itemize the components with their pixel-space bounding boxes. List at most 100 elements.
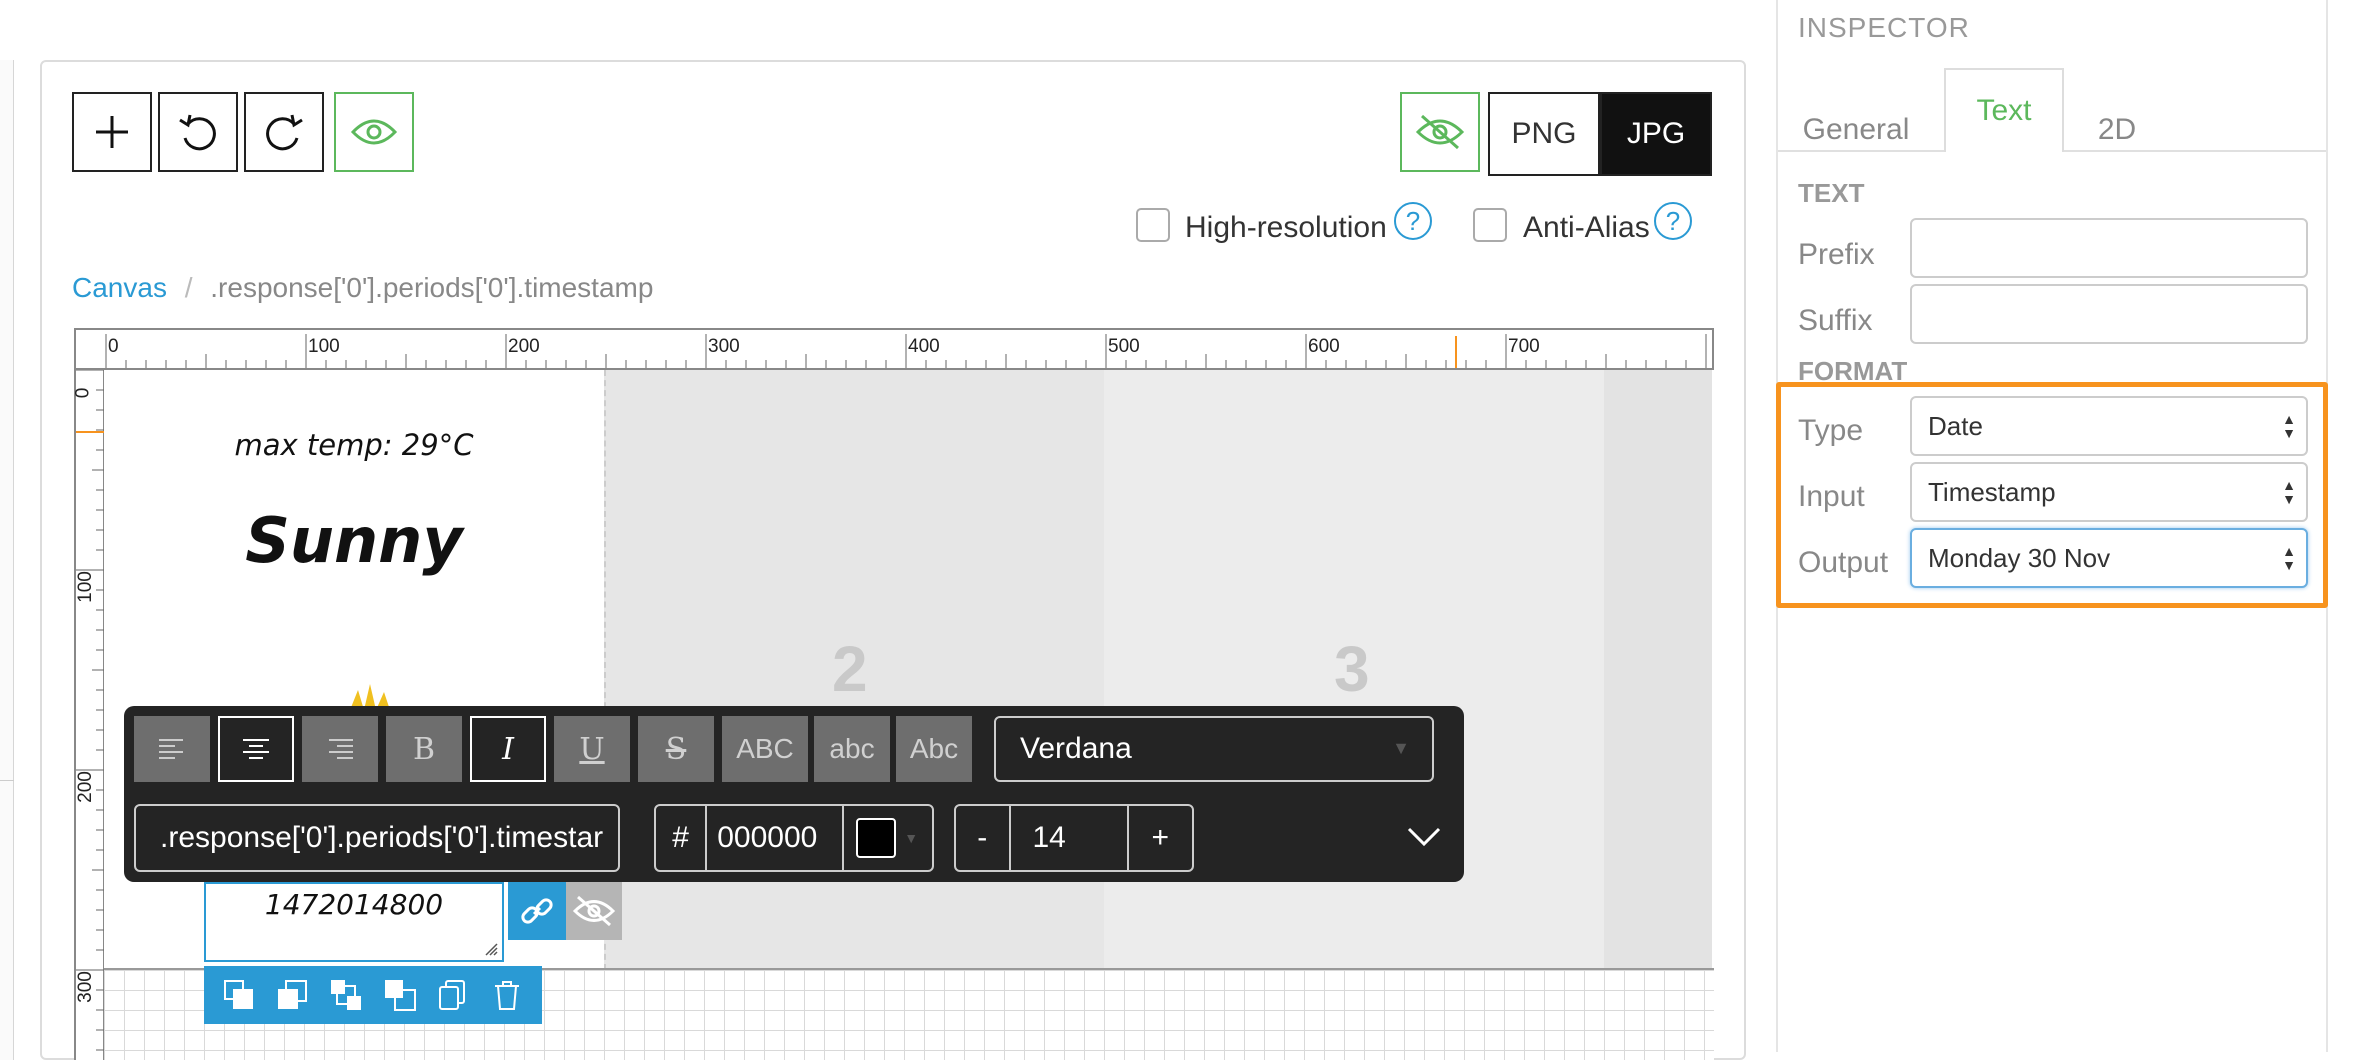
input-label: Input [1798,480,1865,513]
undo-button[interactable] [158,92,238,172]
font-size-stepper: - 14 + [954,804,1194,872]
align-right-button[interactable] [302,716,378,782]
tab-text[interactable]: Text [1944,68,2064,152]
format-png-button[interactable]: PNG [1488,92,1600,176]
breadcrumb-separator: / [184,272,193,303]
link-icon [521,898,553,924]
align-left-icon [159,739,183,759]
data-binding-input[interactable]: .response['0'].periods['0'].timestar [134,804,620,872]
align-right-icon [329,739,353,759]
output-select[interactable]: Monday 30 Nov ▲ ▼ [1910,528,2308,588]
bring-forward-icon[interactable] [275,978,309,1012]
page-left-divider [0,780,14,1050]
color-swatch-button[interactable]: ▼ [844,806,932,870]
anti-alias-checkbox[interactable] [1473,208,1507,242]
trash-icon[interactable] [490,978,524,1012]
breadcrumb-current: .response['0'].periods['0'].timestamp [210,272,654,303]
ruler-label: 300 [708,336,740,357]
ruler-label: 0 [108,336,119,357]
selected-text-value: 1472014800 [264,888,444,921]
hex-prefix: # [656,806,708,870]
chevron-down-icon: ▼ [1392,738,1410,758]
tab-general[interactable]: General [1786,68,1926,192]
high-resolution-label: High-resolution [1185,211,1387,244]
uppercase-button[interactable]: ABC [722,716,808,782]
output-value: Monday 30 Nov [1928,542,2111,573]
text-format-toolbar: B I U S ABC abc Abc Verdana ▼ .response[… [124,706,1464,882]
format-jpg-button[interactable]: JPG [1600,92,1712,176]
selected-text-element[interactable]: 1472014800 [204,882,504,962]
link-data-button[interactable] [508,882,566,940]
section-text-heading: TEXT [1798,178,1865,208]
prefix-input[interactable] [1910,218,2308,278]
breadcrumb-canvas-link[interactable]: Canvas [72,272,167,303]
italic-button[interactable]: I [470,716,546,782]
ruler-label: 700 [1508,336,1540,357]
underline-button[interactable]: U [554,716,630,782]
export-format-toggle: PNG JPG [1488,92,1712,176]
resize-handle-icon[interactable] [484,942,498,956]
ruler-label: 100 [74,571,96,603]
duplicate-icon[interactable] [436,978,470,1012]
redo-button[interactable] [244,92,324,172]
ruler-label: 100 [308,336,340,357]
output-label: Output [1798,546,1889,579]
color-picker-group: # 000000 ▼ [654,804,934,872]
ruler-label: 600 [1308,336,1340,357]
add-element-button[interactable] [72,92,152,172]
ruler-label: 0 [72,387,94,399]
undo-icon [179,114,216,151]
condition-text[interactable]: Sunny [104,504,604,577]
high-resolution-checkbox[interactable] [1136,208,1170,242]
suffix-label: Suffix [1798,304,1873,337]
canvas-cell-4[interactable] [1604,370,1712,970]
bring-to-front-icon[interactable] [222,978,256,1012]
color-swatch [856,818,897,858]
font-size-decrease-button[interactable]: - [956,806,1011,870]
lowercase-button[interactable]: abc [814,716,890,782]
send-backward-icon[interactable] [329,978,363,1012]
prefix-label: Prefix [1798,238,1875,271]
expand-chevron-icon[interactable] [1406,824,1442,848]
ruler-label: 200 [508,336,540,357]
font-size-input[interactable]: 14 [1011,806,1129,870]
align-center-button[interactable] [218,716,294,782]
select-arrows-icon: ▲ ▼ [2282,543,2296,573]
input-value: Timestamp [1928,476,2056,507]
anti-alias-label: Anti-Alias [1523,211,1650,244]
strikethrough-button[interactable]: S [638,716,714,782]
bold-button[interactable]: B [386,716,462,782]
high-resolution-help-icon[interactable]: ? [1394,202,1432,240]
redo-icon [266,114,303,151]
ruler-label: 500 [1108,336,1140,357]
align-left-button[interactable] [134,716,210,782]
eye-icon [350,119,398,145]
tab-2d[interactable]: 2D [2072,68,2162,192]
ruler-ticks-vertical [76,370,104,1051]
cell-number-2: 2 [832,633,868,705]
element-actions-bar [204,966,542,1024]
type-select[interactable]: Date ▲ ▼ [1910,396,2308,456]
anti-alias-help-icon[interactable]: ? [1654,202,1692,240]
max-temp-text[interactable]: max temp: 29°C [104,428,604,462]
ruler-horizontal[interactable]: 0 100 200 300 400 500 600 700 [74,328,1714,370]
input-select[interactable]: Timestamp ▲ ▼ [1910,462,2308,522]
send-to-back-icon[interactable] [383,978,417,1012]
color-hex-input[interactable]: 000000 [707,806,845,870]
font-family-select[interactable]: Verdana ▼ [994,716,1434,782]
ruler-vertical[interactable]: 0 100 200 300 [72,370,104,1060]
type-value: Date [1928,410,1983,441]
toggle-visibility-button[interactable] [1400,92,1480,172]
ruler-label: 300 [74,971,96,1003]
font-size-increase-button[interactable]: + [1129,806,1192,870]
breadcrumb: Canvas / .response['0'].periods['0'].tim… [72,272,653,304]
plus-icon [96,116,128,148]
preview-button[interactable] [334,92,414,172]
font-family-value: Verdana [1020,732,1132,765]
select-arrows-icon: ▲ ▼ [2282,477,2296,507]
capitalize-button[interactable]: Abc [896,716,972,782]
hide-element-button[interactable] [566,882,622,940]
cell-number-3: 3 [1334,633,1370,705]
ruler-label: 200 [74,771,96,803]
suffix-input[interactable] [1910,284,2308,344]
